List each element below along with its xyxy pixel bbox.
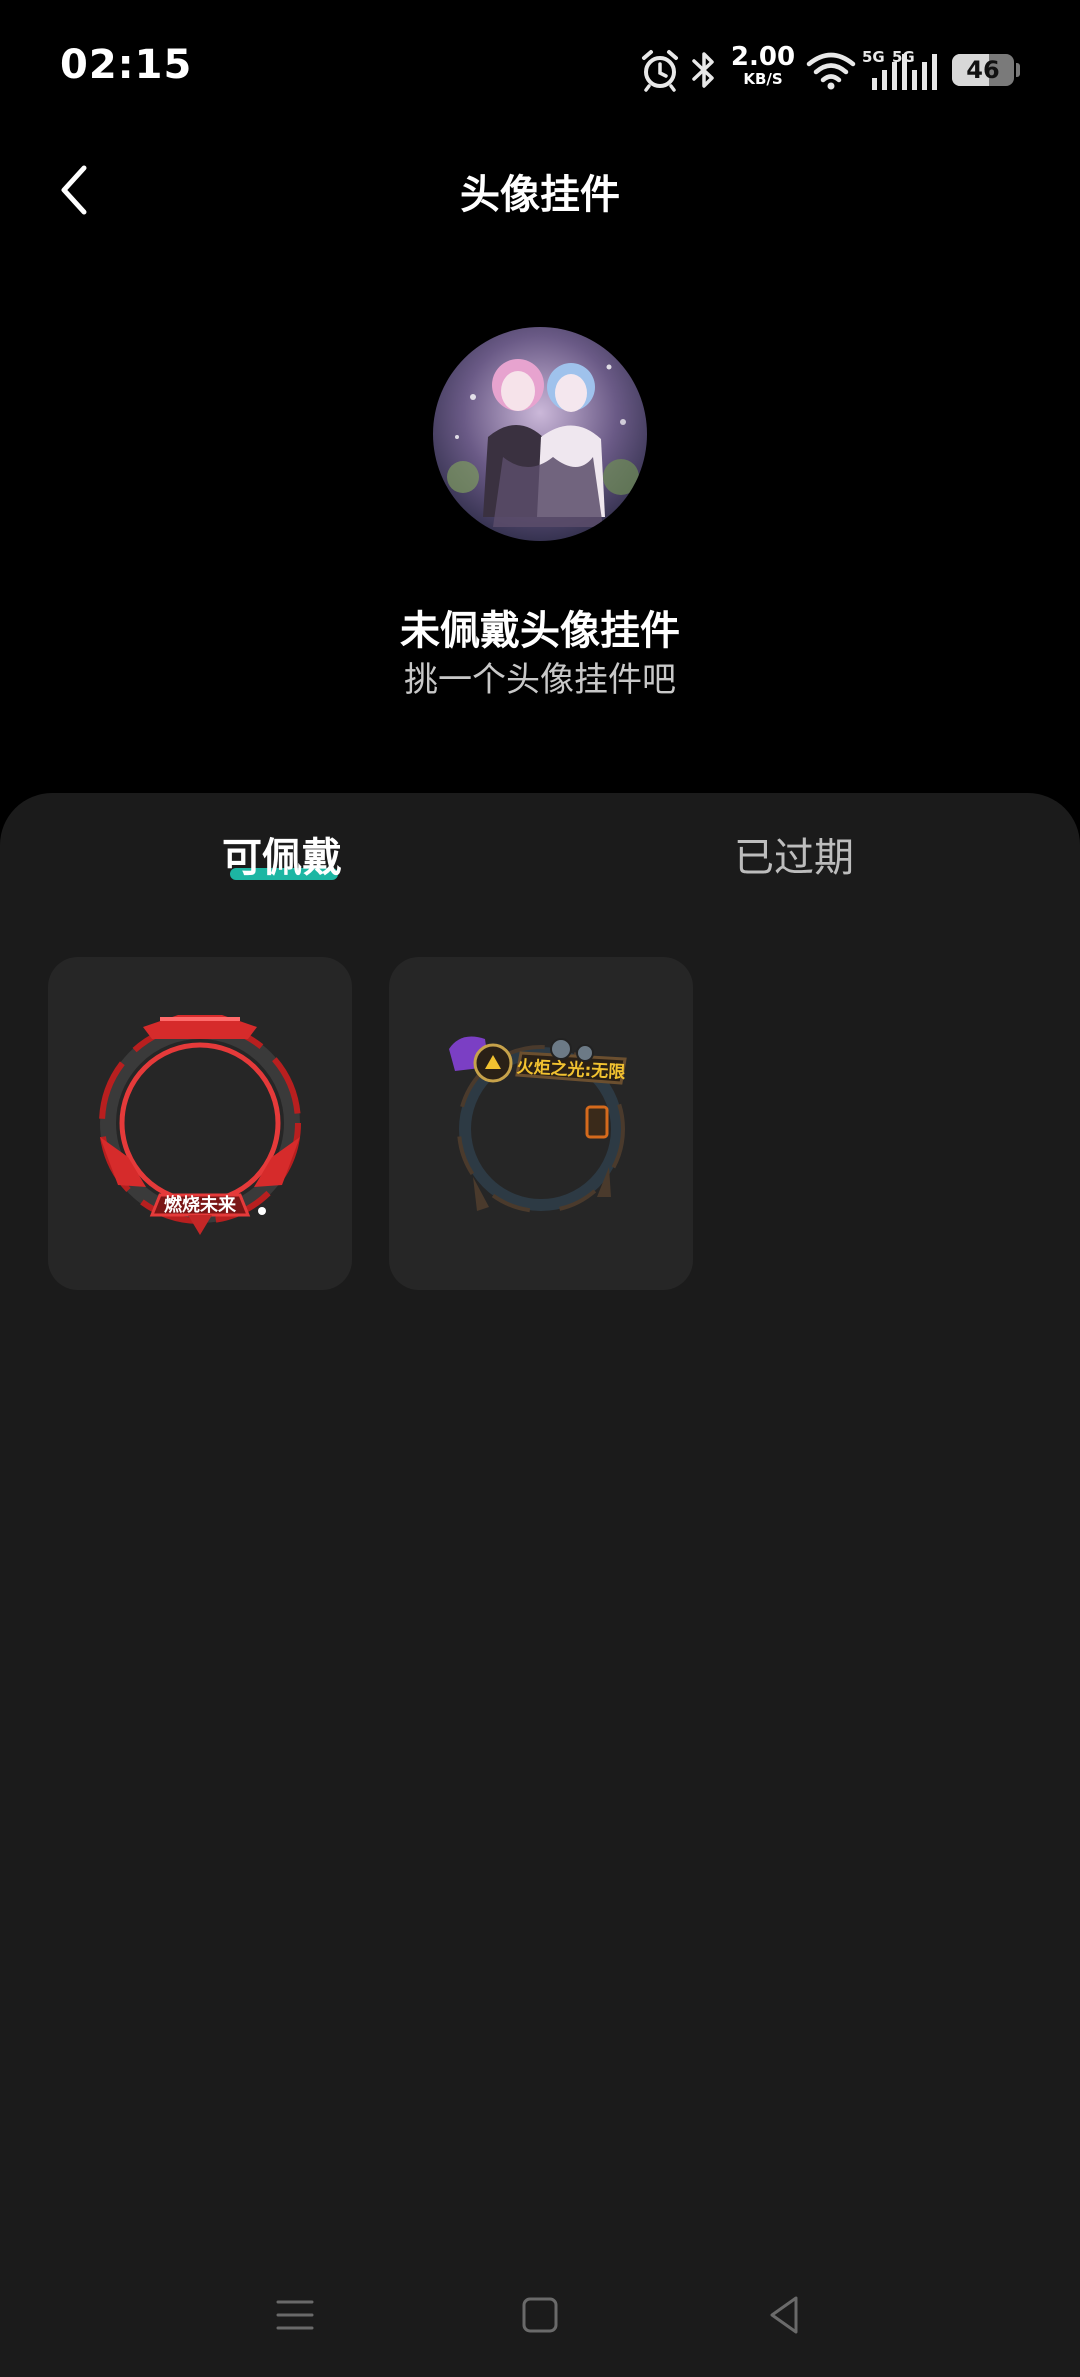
bluetooth-icon — [692, 52, 714, 88]
tab-wearable[interactable]: 可佩戴 — [222, 828, 342, 888]
network-speed: 2.00 KB/S — [728, 44, 798, 87]
pendant-status-title: 未佩戴头像挂件 — [400, 608, 680, 654]
menu-icon[interactable] — [270, 2290, 320, 2340]
pendant-status-subtitle: 挑一个头像挂件吧 — [404, 660, 676, 700]
pendant-card-1[interactable]: 燃烧未来 — [48, 957, 352, 1290]
home-icon[interactable] — [515, 2290, 565, 2340]
pendant-1-label: 燃烧未来 — [164, 1194, 237, 1216]
tab-expired[interactable]: 已过期 — [734, 828, 854, 888]
battery-cap — [1016, 63, 1020, 77]
pendant-card-2[interactable]: 火炬之光:无限 — [389, 957, 693, 1290]
torchlight-pendant-icon: 火炬之光:无限 — [449, 1036, 627, 1213]
alarm-icon — [642, 50, 678, 92]
status-icons: 2.00 KB/S 5G 5G 46 — [640, 40, 1080, 100]
tab-wearable-label: 可佩戴 — [222, 835, 342, 881]
back-nav-icon[interactable] — [760, 2290, 810, 2340]
status-bar: 02:15 2.00 KB/S 5G 5G 46 — [0, 0, 1080, 140]
network-speed-unit: KB/S — [743, 70, 783, 88]
page-title: 头像挂件 — [460, 172, 620, 218]
status-time: 02:15 — [60, 42, 193, 88]
wifi-icon — [806, 52, 856, 90]
avatar — [433, 327, 647, 541]
network-speed-value: 2.00 — [730, 42, 796, 72]
battery-icon: 46 — [952, 54, 1014, 86]
battery-level: 46 — [966, 56, 1000, 84]
tab-expired-label: 已过期 — [734, 835, 854, 881]
red-ring-pendant-icon: 燃烧未来 — [99, 1015, 301, 1235]
